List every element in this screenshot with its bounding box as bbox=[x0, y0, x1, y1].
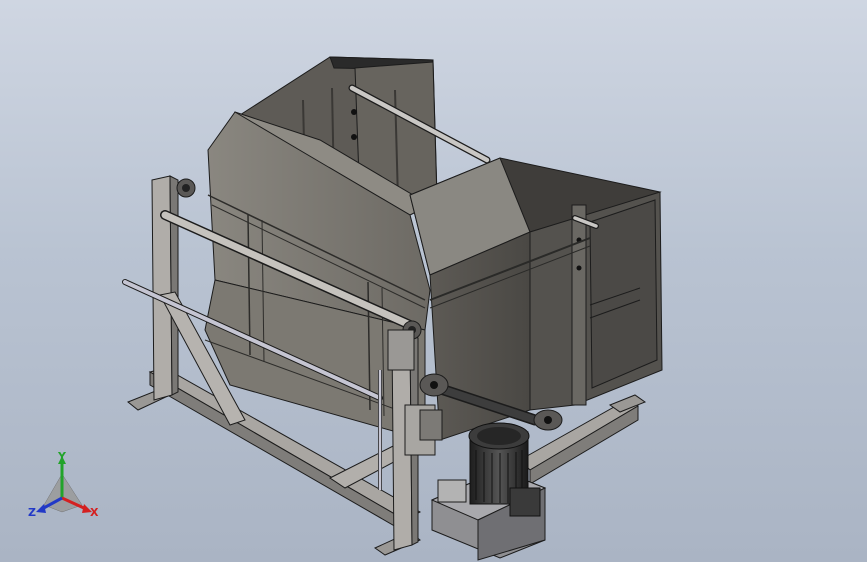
cad-viewport[interactable]: Y X Z bbox=[0, 0, 867, 562]
x-axis-label: X bbox=[90, 506, 99, 519]
assembly-model[interactable]: Y X Z bbox=[0, 0, 867, 562]
front-hopper bbox=[409, 157, 663, 441]
coordinate-triad: Y X Z bbox=[28, 450, 99, 519]
y-axis-label: Y bbox=[57, 450, 67, 463]
z-axis-label: Z bbox=[28, 506, 36, 519]
